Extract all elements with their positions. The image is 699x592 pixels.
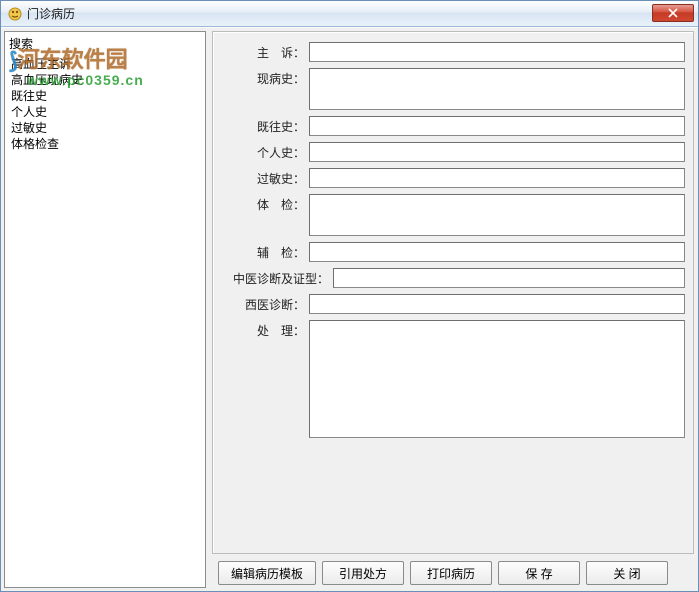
allergy-history-label: 过敏史： [221,168,309,187]
aux-exam-input[interactable] [309,242,685,262]
chief-complaint-label: 主 诉： [221,42,309,61]
form-panel: 主 诉： 现病史： 既往史： 个人史： 过敏史： [212,31,694,554]
treatment-label: 处 理： [221,320,309,339]
tcm-diagnosis-input[interactable] [333,268,685,288]
tree-item[interactable]: 过敏史 [9,120,201,136]
present-history-label: 现病史： [221,68,309,87]
window-frame: 门诊病历 搜索 高血压主诉 高血压现病史 既往史 个人史 过敏史 体格检查 ⟆河… [0,0,699,592]
tree-item[interactable]: 高血压现病史 [9,72,201,88]
treatment-textarea[interactable] [309,320,685,438]
past-history-input[interactable] [309,116,685,136]
button-bar: 编辑病历模板 引用处方 打印病历 保 存 关 闭 [212,558,694,588]
aux-exam-label: 辅 检： [221,242,309,261]
personal-history-label: 个人史： [221,142,309,161]
tree-item[interactable]: 个人史 [9,104,201,120]
exam-textarea[interactable] [309,194,685,236]
sidebar-panel: 搜索 高血压主诉 高血压现病史 既往史 个人史 过敏史 体格检查 ⟆河东软件园 … [4,31,206,588]
app-icon [7,6,23,22]
tree-item[interactable]: 体格检查 [9,136,201,152]
edit-template-button[interactable]: 编辑病历模板 [218,561,316,585]
personal-history-input[interactable] [309,142,685,162]
wm-diagnosis-input[interactable] [309,294,685,314]
wm-diagnosis-label: 西医诊断： [221,294,309,313]
allergy-history-input[interactable] [309,168,685,188]
chief-complaint-input[interactable] [309,42,685,62]
close-button[interactable]: 关 闭 [586,561,668,585]
tree-item[interactable]: 高血压主诉 [9,56,201,72]
window-title: 门诊病历 [27,5,75,22]
past-history-label: 既往史： [221,116,309,135]
print-record-button[interactable]: 打印病历 [410,561,492,585]
exam-label: 体 检： [221,194,309,213]
search-label: 搜索 [5,32,205,54]
template-tree: 高血压主诉 高血压现病史 既往史 个人史 过敏史 体格检查 [5,54,205,154]
close-window-button[interactable] [652,4,694,22]
present-history-textarea[interactable] [309,68,685,110]
titlebar: 门诊病历 [1,1,698,27]
tree-item[interactable]: 既往史 [9,88,201,104]
right-panel: 主 诉： 现病史： 既往史： 个人史： 过敏史： [206,28,698,591]
window-body: 搜索 高血压主诉 高血压现病史 既往史 个人史 过敏史 体格检查 ⟆河东软件园 … [1,27,698,591]
quote-prescription-button[interactable]: 引用处方 [322,561,404,585]
tcm-diagnosis-label: 中医诊断及证型： [221,268,333,287]
save-button[interactable]: 保 存 [498,561,580,585]
